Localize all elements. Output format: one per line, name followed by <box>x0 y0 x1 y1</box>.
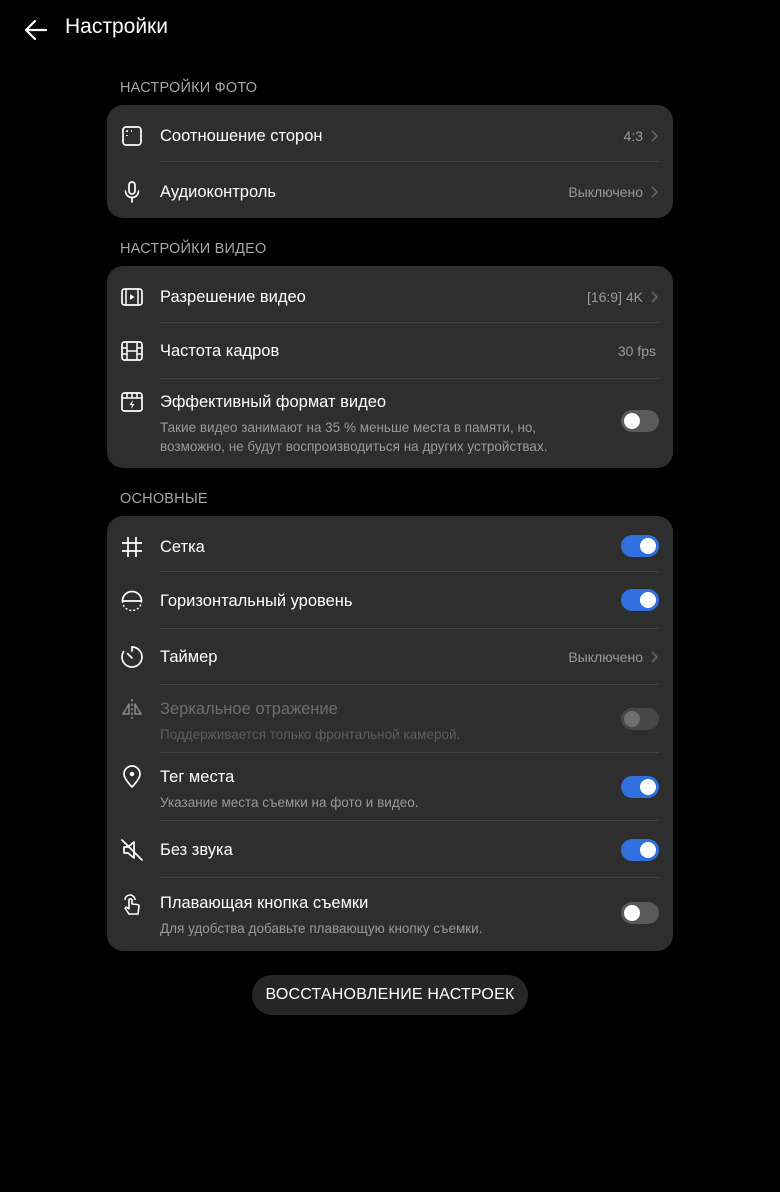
location-tag-toggle[interactable] <box>621 776 659 798</box>
toggle-knob <box>640 842 656 858</box>
film-icon <box>119 338 145 364</box>
timer-row[interactable]: Таймер Выключено <box>107 629 673 684</box>
mirror-row: Зеркальное отражение Поддерживается толь… <box>107 685 673 752</box>
speaker-off-icon <box>119 837 145 863</box>
grid-icon <box>119 534 145 560</box>
toggle-knob <box>640 592 656 608</box>
section-label-video: НАСТРОЙКИ ВИДЕО <box>120 241 267 257</box>
aspect-ratio-row[interactable]: Соотношение сторон 4:3 <box>107 105 673 161</box>
chevron-right-icon <box>651 186 659 198</box>
video-format-icon <box>119 389 145 415</box>
mirror-title: Зеркальное отражение <box>160 700 338 718</box>
chevron-right-icon <box>651 130 659 142</box>
efficient-format-toggle[interactable] <box>621 410 659 432</box>
section-label-photo: НАСТРОЙКИ ФОТО <box>120 80 258 96</box>
frame-rate-row[interactable]: Частота кадров 30 fps <box>107 323 673 378</box>
timer-title: Таймер <box>160 648 218 666</box>
mirror-subtitle: Поддерживается только фронтальной камеро… <box>160 727 461 742</box>
grid-title: Сетка <box>160 538 205 556</box>
mirror-toggle <box>621 708 659 730</box>
chevron-right-icon <box>651 651 659 663</box>
video-resolution-value: [16:9] 4K <box>586 289 643 305</box>
aspect-ratio-value: 4:3 <box>623 128 643 144</box>
reset-settings-button[interactable]: ВОССТАНОВЛЕНИЕ НАСТРОЕК <box>252 975 528 1015</box>
top-bar: Настройки <box>0 0 780 60</box>
mute-title: Без звука <box>160 841 233 859</box>
aspect-ratio-icon <box>119 123 145 149</box>
frame-rate-title: Частота кадров <box>160 342 280 360</box>
audio-control-row[interactable]: Аудиоконтроль Выключено <box>107 162 673 218</box>
toggle-knob <box>624 905 640 921</box>
frame-rate-value: 30 fps <box>617 343 656 359</box>
efficient-format-title: Эффективный формат видео <box>160 393 387 411</box>
location-pin-icon <box>119 764 145 790</box>
toggle-knob <box>624 413 640 429</box>
grid-toggle[interactable] <box>621 535 659 557</box>
audio-control-title: Аудиоконтроль <box>160 183 277 201</box>
photo-settings-card: Соотношение сторон 4:3 Аудиоконтроль Вык… <box>107 105 673 218</box>
arrow-left-icon <box>24 19 48 41</box>
video-resolution-icon <box>119 284 145 310</box>
location-tag-title: Тег места <box>160 768 235 786</box>
horizontal-level-title: Горизонтальный уровень <box>160 592 353 610</box>
mute-row[interactable]: Без звука <box>107 821 673 877</box>
toggle-knob <box>640 538 656 554</box>
back-button[interactable] <box>20 14 52 46</box>
grid-row[interactable]: Сетка <box>107 516 673 571</box>
floating-button-subtitle: Для удобства добавьте плавающую кнопку с… <box>160 921 483 936</box>
chevron-right-icon <box>651 291 659 303</box>
location-tag-subtitle: Указание места съемки на фото и видео. <box>160 795 419 810</box>
floating-button-title: Плавающая кнопка съемки <box>160 894 369 912</box>
video-resolution-row[interactable]: Разрешение видео [16:9] 4K <box>107 266 673 322</box>
timer-icon <box>119 644 145 670</box>
horizontal-level-row[interactable]: Горизонтальный уровень <box>107 572 673 628</box>
aspect-ratio-title: Соотношение сторон <box>160 127 323 145</box>
microphone-icon <box>119 179 145 205</box>
location-tag-row[interactable]: Тег места Указание места съемки на фото … <box>107 753 673 820</box>
video-settings-card: Разрешение видео [16:9] 4K Частота кадро… <box>107 266 673 468</box>
efficient-format-subtitle: Такие видео занимают на 35 % меньше мест… <box>160 420 548 454</box>
efficient-format-row[interactable]: Эффективный формат видео Такие видео зан… <box>107 379 673 468</box>
floating-button-row[interactable]: Плавающая кнопка съемки Для удобства доб… <box>107 878 673 951</box>
mirror-icon <box>119 696 145 722</box>
timer-value: Выключено <box>568 649 643 665</box>
general-settings-card: Сетка Горизонтальный уровень Таймер Выкл… <box>107 516 673 951</box>
floating-button-toggle[interactable] <box>621 902 659 924</box>
video-resolution-title: Разрешение видео <box>160 288 306 306</box>
page-title: Настройки <box>65 15 168 38</box>
level-icon <box>119 588 145 614</box>
toggle-knob <box>624 711 640 727</box>
mute-toggle[interactable] <box>621 839 659 861</box>
audio-control-value: Выключено <box>568 184 643 200</box>
toggle-knob <box>640 779 656 795</box>
horizontal-level-toggle[interactable] <box>621 589 659 611</box>
touch-hand-icon <box>119 891 145 917</box>
section-label-general: ОСНОВНЫЕ <box>120 491 208 507</box>
